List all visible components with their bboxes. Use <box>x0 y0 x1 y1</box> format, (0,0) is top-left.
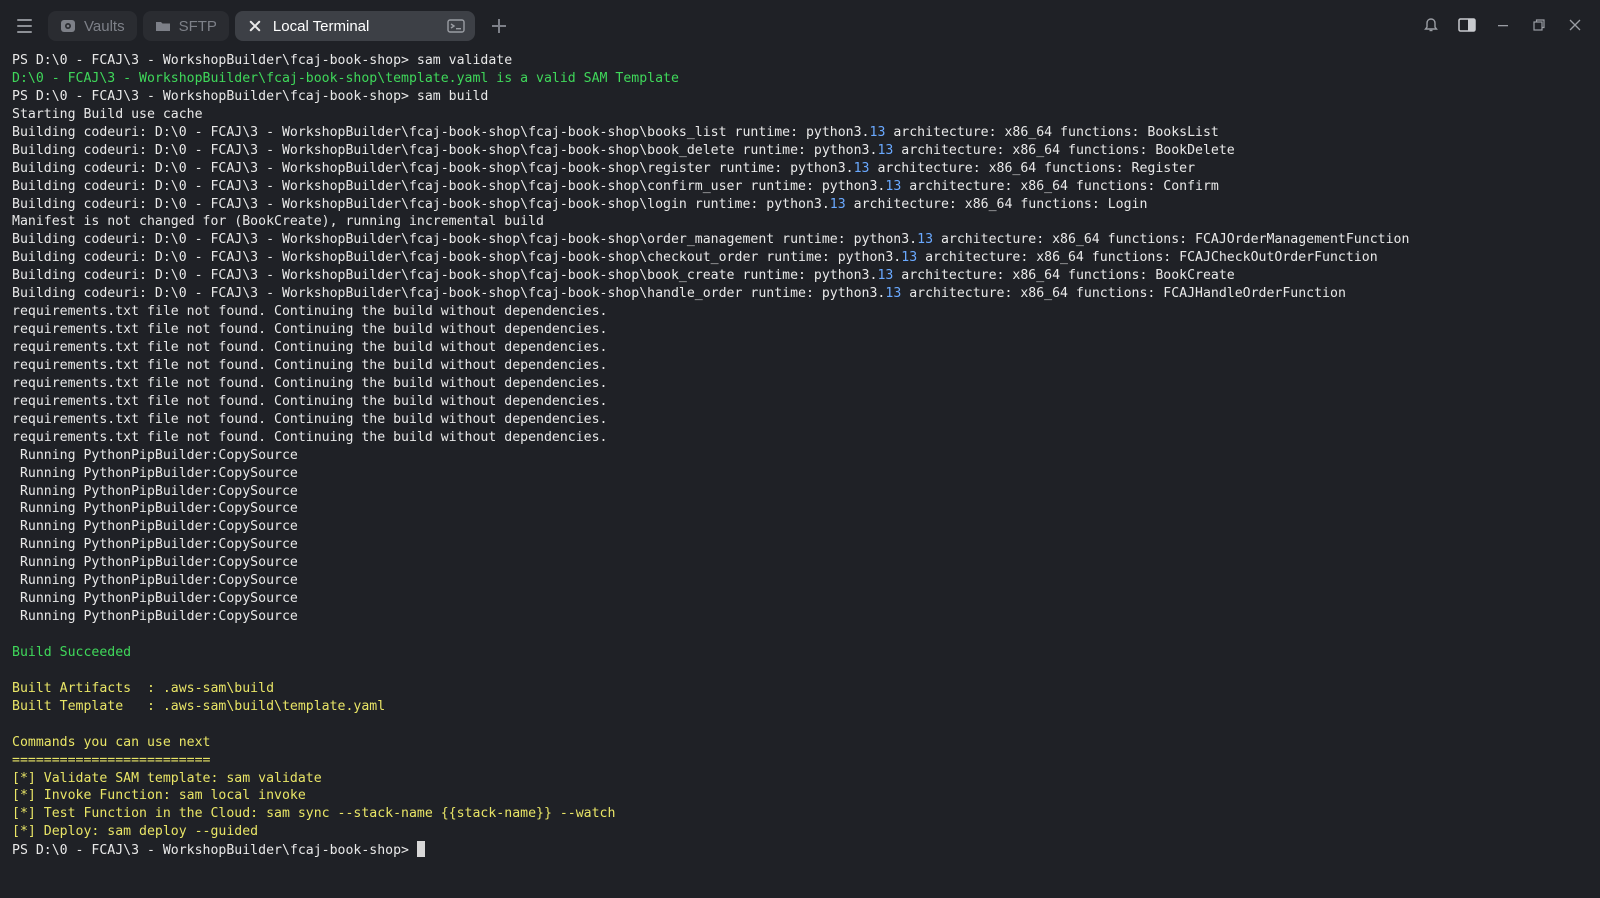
terminal-output[interactable]: PS D:\0 - FCAJ\3 - WorkshopBuilder\fcaj-… <box>12 52 1588 892</box>
terminal-line: Building codeuri: D:\0 - FCAJ\3 - Worksh… <box>12 160 1196 176</box>
tab-label: Local Terminal <box>272 17 370 35</box>
vault-icon <box>60 18 76 34</box>
terminal-line: ========================= <box>12 752 211 768</box>
terminal-line: [*] Test Function in the Cloud: sam sync… <box>12 806 616 822</box>
sidebar-toggle-icon[interactable] <box>1456 14 1478 36</box>
terminal-line: Built Template : .aws-sam\build\template… <box>12 698 386 714</box>
terminal-line: Running PythonPipBuilder:CopySource <box>12 519 298 535</box>
terminal-line: Building codeuri: D:\0 - FCAJ\3 - Worksh… <box>12 124 1219 140</box>
terminal-line: requirements.txt file not found. Continu… <box>12 322 608 338</box>
tab-label: SFTP <box>178 17 217 35</box>
terminal-line: PS D:\0 - FCAJ\3 - WorkshopBuilder\fcaj-… <box>12 88 489 104</box>
terminal-line: requirements.txt file not found. Continu… <box>12 357 608 373</box>
terminal-line: Running PythonPipBuilder:CopySource <box>12 555 298 571</box>
restore-icon[interactable] <box>1528 14 1550 36</box>
terminal-line: requirements.txt file not found. Continu… <box>12 393 608 409</box>
terminal-line: Building codeuri: D:\0 - FCAJ\3 - Worksh… <box>12 232 1410 248</box>
hamburger-menu-icon[interactable] <box>12 14 36 38</box>
tab-local-terminal[interactable]: Local Terminal <box>234 11 475 41</box>
terminal-line: Starting Build use cache <box>12 106 203 122</box>
terminal-line: [*] Validate SAM template: sam validate <box>12 770 322 786</box>
tab-sftp[interactable]: SFTP <box>142 11 229 41</box>
title-bar: Vaults SFTP Local Terminal <box>0 0 1600 52</box>
terminal-line: Build Succeeded <box>12 644 132 660</box>
terminal-line: requirements.txt file not found. Continu… <box>12 340 608 355</box>
terminal-line: Running PythonPipBuilder:CopySource <box>12 609 298 625</box>
prompt-text: PS D:\0 - FCAJ\3 - WorkshopBuilder\fcaj-… <box>12 843 417 859</box>
terminal-prompt[interactable]: PS D:\0 - FCAJ\3 - WorkshopBuilder\fcaj-… <box>12 841 1588 859</box>
terminal-line: Built Artifacts : .aws-sam\build <box>12 680 275 696</box>
terminal-line: Building codeuri: D:\0 - FCAJ\3 - Worksh… <box>12 196 1148 212</box>
folder-icon <box>155 18 171 34</box>
terminal-line: Running PythonPipBuilder:CopySource <box>12 447 298 463</box>
terminal-line: Running PythonPipBuilder:CopySource <box>12 537 298 553</box>
terminal-line: Building codeuri: D:\0 - FCAJ\3 - Worksh… <box>12 142 1235 158</box>
terminal-line: Commands you can use next <box>12 734 211 750</box>
terminal-line: requirements.txt file not found. Continu… <box>12 411 608 427</box>
terminal-line: Building codeuri: D:\0 - FCAJ\3 - Worksh… <box>12 268 1235 284</box>
text-cursor <box>416 841 425 858</box>
close-icon[interactable] <box>1564 14 1586 36</box>
terminal-line: requirements.txt file not found. Continu… <box>12 375 608 391</box>
terminal-line: D:\0 - FCAJ\3 - WorkshopBuilder\fcaj-boo… <box>12 70 679 86</box>
terminal-line: Running PythonPipBuilder:CopySource <box>12 483 298 499</box>
terminal-line: Building codeuri: D:\0 - FCAJ\3 - Worksh… <box>12 178 1219 194</box>
terminal-line: PS D:\0 - FCAJ\3 - WorkshopBuilder\fcaj-… <box>12 53 513 68</box>
tab-vaults[interactable]: Vaults <box>48 11 137 41</box>
terminal-line: Manifest is not changed for (BookCreate)… <box>12 214 544 230</box>
terminal-line: Building codeuri: D:\0 - FCAJ\3 - Worksh… <box>12 250 1378 266</box>
terminal-line: Running PythonPipBuilder:CopySource <box>12 591 298 607</box>
terminal-line: requirements.txt file not found. Continu… <box>12 304 608 320</box>
new-tab-button[interactable] <box>487 14 511 38</box>
terminal-line: Running PythonPipBuilder:CopySource <box>12 465 298 481</box>
terminal-icon <box>447 18 465 34</box>
terminal-line: Running PythonPipBuilder:CopySource <box>12 573 298 589</box>
bell-icon[interactable] <box>1420 14 1442 36</box>
terminal-line: [*] Invoke Function: sam local invoke <box>12 788 306 804</box>
terminal-line: [*] Deploy: sam deploy --guided <box>12 824 259 840</box>
terminal-line: Building codeuri: D:\0 - FCAJ\3 - Worksh… <box>12 286 1346 302</box>
minimize-icon[interactable] <box>1492 14 1514 36</box>
terminal-line: Running PythonPipBuilder:CopySource <box>12 501 298 517</box>
terminal-line: requirements.txt file not found. Continu… <box>12 429 608 445</box>
close-tab-icon[interactable] <box>247 18 263 34</box>
tab-label: Vaults <box>84 17 125 35</box>
